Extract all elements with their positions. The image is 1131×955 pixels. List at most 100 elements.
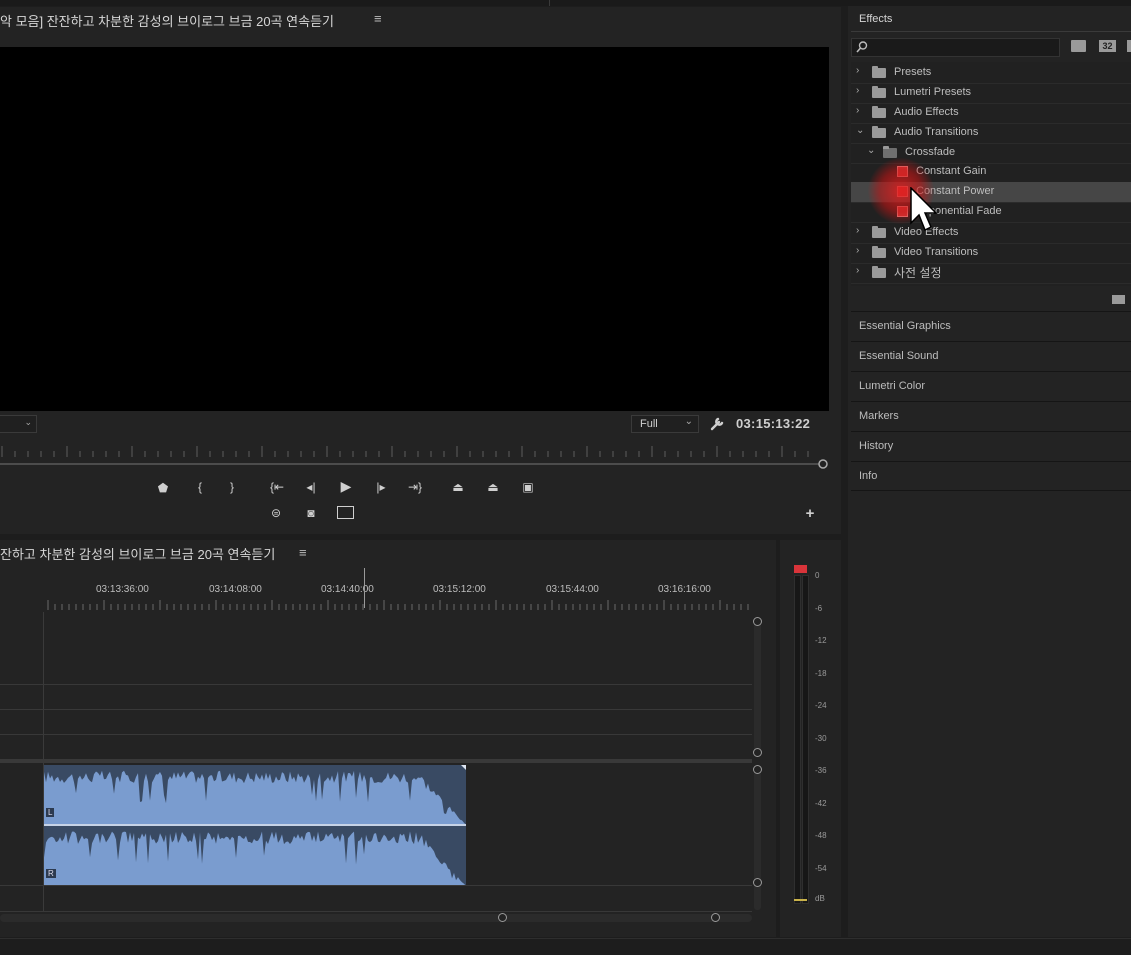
meter-scale-label: -6 <box>815 604 823 613</box>
yuv-filter-icon[interactable] <box>1127 40 1131 52</box>
tree-item-label: 사전 설정 <box>894 266 942 280</box>
play-icon[interactable]: ▶ <box>338 479 354 493</box>
folder-icon <box>872 126 886 138</box>
button-editor-plus-icon[interactable]: + <box>803 506 817 521</box>
effects-panel-tab[interactable]: Effects <box>859 13 892 25</box>
folder-icon <box>883 146 897 158</box>
program-monitor-title: 악 모음] 잔잔하고 차분한 감성의 브이로그 브금 20곡 연속듣기 <box>0 14 335 29</box>
section-lumetri-color[interactable]: Lumetri Color <box>851 371 1131 401</box>
audio-vertical-scrollbar[interactable] <box>754 770 761 910</box>
tree-item-lumetri-presets[interactable]: › Lumetri Presets <box>851 83 1131 104</box>
video-tracks-area[interactable] <box>44 612 752 758</box>
track-divider <box>0 709 752 710</box>
resolution-value: Full <box>640 418 658 430</box>
tree-item-video-effects[interactable]: › Video Effects <box>851 223 1131 244</box>
go-to-in-icon[interactable]: {⇤ <box>268 480 286 494</box>
track-divider <box>0 911 752 912</box>
section-history[interactable]: History <box>851 431 1131 461</box>
meter-scale-label: -36 <box>815 766 827 775</box>
effects-search-field[interactable] <box>870 39 1054 56</box>
program-monitor-menu-icon[interactable]: ≡ <box>374 11 382 26</box>
timeline-menu-icon[interactable]: ≡ <box>299 545 307 560</box>
section-label: Lumetri Color <box>859 380 926 392</box>
status-bar <box>0 938 1131 955</box>
effects-search-input[interactable] <box>851 38 1060 57</box>
mark-out-icon[interactable]: } <box>225 480 239 494</box>
chevron-down-icon: ⌄ <box>867 145 876 156</box>
step-back-icon[interactable]: ◂| <box>303 480 319 494</box>
meter-scale-label: -54 <box>815 864 827 873</box>
scroll-handle[interactable] <box>753 765 762 774</box>
go-to-out-icon[interactable]: ⇥} <box>406 480 424 494</box>
meter-channel-left <box>794 575 801 904</box>
meter-clip-indicator[interactable] <box>794 565 807 573</box>
section-label: History <box>859 440 894 452</box>
32bit-filter-icon[interactable]: 32 <box>1099 40 1116 52</box>
track-divider <box>0 684 752 685</box>
meter-scale-label: 0 <box>815 571 820 580</box>
timeline-ruler-ticks[interactable] <box>44 600 754 612</box>
playhead-line[interactable] <box>364 568 365 608</box>
meter-scale-label: -42 <box>815 799 827 808</box>
playhead-timecode[interactable]: 03:15:13:22 <box>736 416 810 431</box>
meter-scale-label: -24 <box>815 701 827 710</box>
compare-view-icon[interactable]: ▣ <box>518 480 538 494</box>
section-essential-sound[interactable]: Essential Sound <box>851 341 1131 371</box>
clip-end-marker <box>461 765 466 770</box>
scroll-handle[interactable] <box>753 617 762 626</box>
vr-video-icon[interactable]: ⊜ <box>267 506 285 520</box>
channel-label-left: L <box>46 808 55 817</box>
audio-waveform-left <box>44 770 466 825</box>
mark-in-icon[interactable]: { <box>193 480 207 494</box>
mouse-cursor-icon <box>910 187 938 232</box>
lift-icon[interactable]: ⏏ <box>449 480 467 494</box>
resolution-dropdown[interactable]: Full ⌄ <box>631 415 699 433</box>
ruler-label: 03:16:16:00 <box>658 584 711 595</box>
folder-icon <box>872 106 886 118</box>
section-label: Essential Sound <box>859 350 939 362</box>
tree-item-audio-transitions[interactable]: ⌄ Audio Transitions <box>851 123 1131 144</box>
preset-folder-icon <box>872 66 886 78</box>
wrench-icon[interactable] <box>709 416 725 431</box>
folder-icon <box>872 226 886 238</box>
monitor-time-ruler[interactable] <box>0 443 830 469</box>
meter-level-bottom <box>794 899 807 901</box>
audio-meter-panel <box>780 540 841 937</box>
scroll-handle[interactable] <box>753 878 762 887</box>
tree-item-user-presets[interactable]: › 사전 설정 <box>851 263 1131 284</box>
ruler-label: 03:15:12:00 <box>433 584 486 595</box>
horizontal-zoom-scrollbar[interactable] <box>0 914 752 922</box>
tree-item-video-transitions[interactable]: › Video Transitions <box>851 243 1131 264</box>
ruler-label: 03:14:40:00 <box>321 584 374 595</box>
section-essential-graphics[interactable]: Essential Graphics <box>851 311 1131 341</box>
accelerated-effects-filter-icon[interactable] <box>1071 40 1086 52</box>
step-forward-icon[interactable]: |▸ <box>373 480 389 494</box>
track-divider <box>0 734 752 735</box>
export-frame-camera-icon[interactable]: ◙ <box>302 506 320 520</box>
section-markers[interactable]: Markers <box>851 401 1131 431</box>
new-custom-bin-folder-icon[interactable] <box>1112 295 1125 304</box>
safe-margins-icon[interactable] <box>337 506 354 519</box>
audio-waveform-right <box>44 831 466 886</box>
tree-item-label: Video Transitions <box>894 246 979 258</box>
zoom-dropdown[interactable]: ⌄ <box>0 415 37 433</box>
meter-scale-label: -18 <box>815 669 827 678</box>
tree-item-label: Lumetri Presets <box>894 86 972 98</box>
chevron-right-icon: › <box>856 225 860 236</box>
video-vertical-scrollbar[interactable] <box>754 622 761 752</box>
scroll-handle[interactable] <box>753 748 762 757</box>
section-info[interactable]: Info <box>851 461 1131 491</box>
tree-item-presets[interactable]: › Presets <box>851 63 1131 84</box>
zoom-handle-right[interactable] <box>711 913 720 922</box>
section-divider <box>851 490 1131 491</box>
meter-scale-label: dB <box>815 894 825 903</box>
audio-clip[interactable]: L R <box>44 765 466 886</box>
zoom-handle-left[interactable] <box>498 913 507 922</box>
tree-item-audio-effects[interactable]: › Audio Effects <box>851 103 1131 124</box>
ruler-label: 03:14:08:00 <box>209 584 262 595</box>
add-marker-icon[interactable]: ⬟ <box>156 481 170 495</box>
timeline-title: 잔하고 차분한 감성의 브이로그 브금 20곡 연속듣기 <box>0 547 276 562</box>
tree-item-label: Audio Effects <box>894 106 959 118</box>
extract-icon[interactable]: ⏏ <box>484 480 502 494</box>
chevron-right-icon: › <box>856 105 860 116</box>
